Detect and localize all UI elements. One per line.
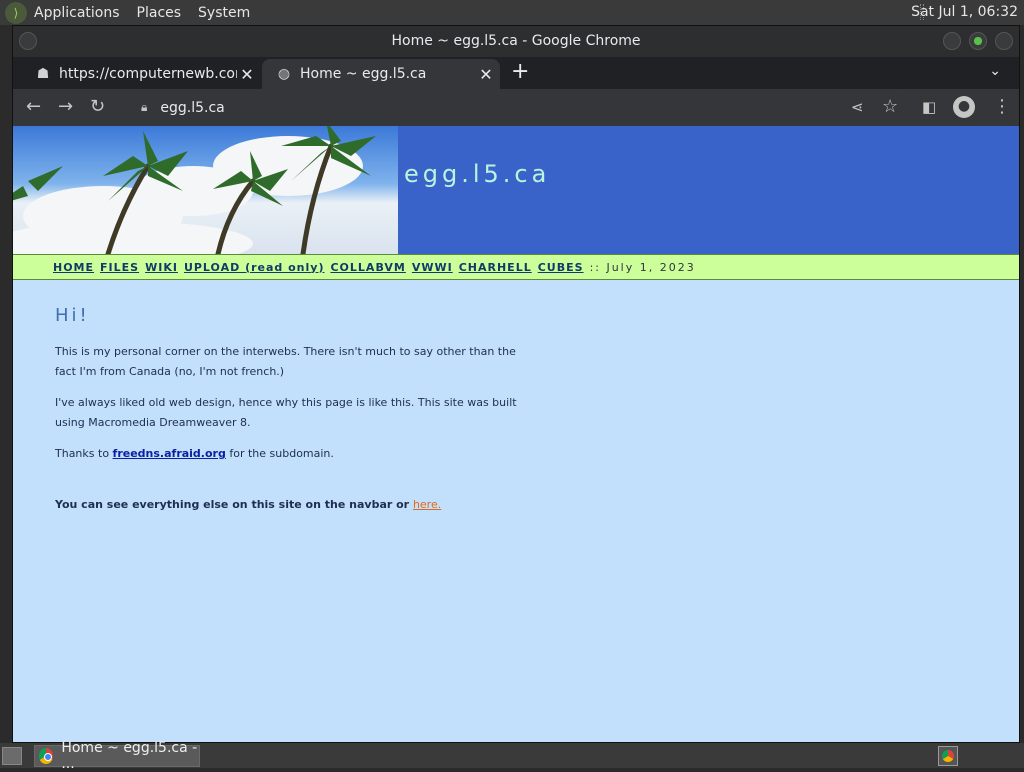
lock-icon[interactable]: 🔒︎ [141, 100, 147, 115]
browser-toolbar: ← → ↻ 🔒︎ egg.l5.ca ⋖ ☆ ◧ ● ⋮ [13, 89, 1019, 126]
back-arrow-icon[interactable]: ← [26, 97, 41, 117]
nav-charhell-link[interactable]: CHARHELL [459, 261, 532, 274]
site-title: egg.l5.ca [404, 160, 551, 188]
close-tab-icon[interactable]: ✕ [237, 65, 257, 84]
taskbar-window-label: Home ~ egg.l5.ca - ... [61, 739, 198, 772]
tab-computernewb[interactable]: ☗ https://computernewb.com/Ch ✕ [21, 59, 261, 89]
nav-home-link[interactable]: HOME [53, 261, 94, 274]
nav-wiki-link[interactable]: WIKI [145, 261, 178, 274]
profile-avatar-icon[interactable]: ● [953, 96, 975, 118]
clock[interactable]: Sat Jul 1, 06:32 [911, 4, 1018, 20]
maximize-button[interactable] [969, 32, 987, 50]
address-bar[interactable]: 🔒︎ egg.l5.ca [131, 93, 909, 122]
freedns-link[interactable]: freedns.afraid.org [113, 447, 226, 460]
intro-paragraph: This is my personal corner on the interw… [55, 345, 516, 378]
navbar-hint-paragraph: You can see everything else on this site… [55, 498, 442, 511]
page-heading: Hi! [55, 305, 90, 326]
nav-collabvm-link[interactable]: COLLABVM [330, 261, 405, 274]
show-desktop-button[interactable] [2, 746, 22, 765]
menu-system[interactable]: System [198, 5, 250, 21]
tray-chrome-icon[interactable] [938, 746, 958, 766]
tab-egg-home[interactable]: ◍ Home ~ egg.l5.ca ✕ [262, 59, 500, 89]
forward-arrow-icon[interactable]: → [58, 97, 73, 117]
minimize-button[interactable] [943, 32, 961, 50]
share-icon[interactable]: ⋖ [851, 97, 864, 117]
nav-upload-link[interactable]: UPLOAD (read only) [184, 261, 325, 274]
web-page: egg.l5.ca HOME FILES WIKI UPLOAD (read o… [13, 126, 1019, 742]
reload-icon[interactable]: ↻ [90, 97, 105, 117]
palm-tree-silhouettes [13, 126, 376, 254]
design-paragraph: I've always liked old web design, hence … [55, 396, 517, 429]
new-tab-icon[interactable]: + [511, 61, 529, 83]
top-panel: ⟩ Applications Places System Sat Jul 1, … [0, 0, 1024, 25]
menu-places[interactable]: Places [137, 5, 182, 21]
window-menu-button[interactable] [19, 32, 37, 50]
nav-vwwi-link[interactable]: VWWI [412, 261, 453, 274]
nav-date: :: July 1, 2023 [589, 260, 696, 274]
chrome-icon [39, 747, 54, 764]
side-panel-icon[interactable]: ◧ [922, 97, 936, 117]
nav-cubes-link[interactable]: CUBES [538, 261, 584, 274]
menu-applications[interactable]: Applications [34, 5, 120, 21]
tab-label: Home ~ egg.l5.ca [300, 66, 427, 82]
site-banner: egg.l5.ca [13, 126, 1019, 254]
page-content: Hi! This is my personal corner on the in… [55, 306, 535, 526]
palm-trees-photo [13, 126, 398, 254]
close-window-button[interactable] [995, 32, 1013, 50]
taskbar: Home ~ egg.l5.ca - ... [0, 740, 1024, 772]
thanks-paragraph: Thanks to freedns.afraid.org for the sub… [55, 447, 334, 460]
window-title: Home ~ egg.l5.ca - Google Chrome [391, 33, 641, 49]
more-menu-icon[interactable]: ⋮ [993, 97, 1011, 117]
site-navbar: HOME FILES WIKI UPLOAD (read only) COLLA… [13, 254, 1019, 280]
taskbar-chrome-window[interactable]: Home ~ egg.l5.ca - ... [34, 740, 200, 772]
distro-logo-icon[interactable]: ⟩ [5, 1, 27, 24]
browser-window: Home ~ egg.l5.ca - Google Chrome ☗ https… [12, 25, 1020, 743]
here-link[interactable]: here. [413, 498, 441, 511]
tab-strip: ☗ https://computernewb.com/Ch ✕ ◍ Home ~… [13, 57, 1019, 89]
globe-icon: ◍ [277, 66, 291, 82]
close-tab-icon[interactable]: ✕ [476, 65, 496, 84]
nav-files-link[interactable]: FILES [100, 261, 139, 274]
tab-label: https://computernewb.com/Ch [59, 66, 237, 82]
chevron-down-icon[interactable]: ⌄ [989, 63, 1001, 79]
bookmark-star-icon[interactable]: ☆ [882, 97, 898, 117]
url-text[interactable]: egg.l5.ca [160, 100, 224, 116]
page-favicon-icon: ☗ [36, 66, 50, 82]
window-titlebar[interactable]: Home ~ egg.l5.ca - Google Chrome [13, 26, 1019, 57]
